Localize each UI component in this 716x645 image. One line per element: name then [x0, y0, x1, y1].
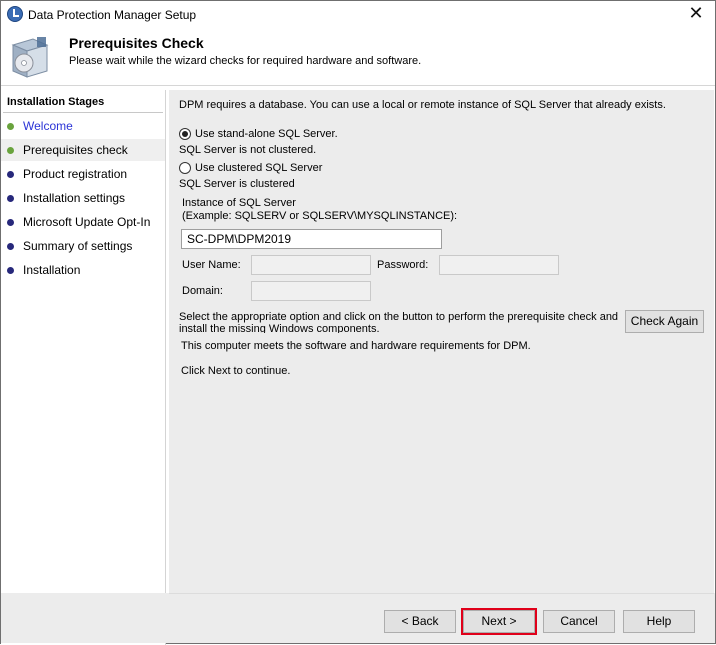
- password-label: Password:: [377, 259, 429, 271]
- instance-example: (Example: SQLSERV or SQLSERV\MYSQLINSTAN…: [182, 210, 458, 222]
- stage-label: Summary of settings: [23, 239, 133, 253]
- stage-prerequisites-check: Prerequisites check: [1, 139, 165, 161]
- sql-instance-input[interactable]: [181, 229, 442, 249]
- app-icon: [7, 6, 23, 22]
- clustered-sql-radio[interactable]: [179, 162, 191, 174]
- installation-stages-panel: Installation Stages Welcome Prerequisite…: [1, 90, 166, 645]
- button-bar-divider: [169, 593, 714, 594]
- domain-input[interactable]: [251, 281, 371, 301]
- standalone-sql-radio[interactable]: [179, 128, 191, 140]
- stage-summary: Summary of settings: [1, 235, 165, 257]
- database-intro: DPM requires a database. You can use a l…: [179, 99, 666, 111]
- stage-label: Product registration: [23, 167, 128, 181]
- stages-title: Installation Stages: [7, 96, 105, 108]
- stage-label: Installation settings: [23, 191, 126, 205]
- stages-divider: [3, 112, 163, 113]
- domain-label: Domain:: [182, 285, 223, 297]
- stage-installation-settings: Installation settings: [1, 187, 165, 209]
- page-title: Prerequisites Check: [69, 35, 204, 51]
- title-bar: Data Protection Manager Setup ✕: [1, 1, 715, 29]
- window-title: Data Protection Manager Setup: [28, 8, 197, 22]
- stage-pending-icon: [7, 243, 14, 250]
- wizard-button-bar: < Back Next > Cancel Help: [1, 593, 715, 643]
- clustered-sql-label[interactable]: Use clustered SQL Server: [195, 162, 322, 174]
- standalone-sql-label[interactable]: Use stand-alone SQL Server.: [195, 128, 338, 140]
- stage-welcome: Welcome: [1, 115, 165, 137]
- prerequisites-content: DPM requires a database. You can use a l…: [169, 90, 714, 593]
- next-button-highlight: [461, 608, 537, 635]
- help-button[interactable]: Help: [623, 610, 695, 633]
- back-button[interactable]: < Back: [384, 610, 456, 633]
- setup-box-icon: [11, 37, 49, 78]
- stage-pending-icon: [7, 171, 14, 178]
- stage-label: Microsoft Update Opt-In: [23, 215, 151, 229]
- stage-pending-icon: [7, 267, 14, 274]
- username-input[interactable]: [251, 255, 371, 275]
- stage-pending-icon: [7, 219, 14, 226]
- password-input[interactable]: [439, 255, 559, 275]
- check-instructions-line-1: Select the appropriate option and click …: [179, 311, 619, 323]
- stage-label: Prerequisites check: [23, 143, 128, 157]
- username-label: User Name:: [182, 259, 241, 271]
- check-instructions-line-2: install the missing Windows components.: [179, 323, 380, 333]
- page-subtitle: Please wait while the wizard checks for …: [69, 55, 422, 67]
- wizard-header: Prerequisites Check Please wait while th…: [1, 29, 715, 86]
- check-again-button[interactable]: Check Again: [625, 310, 704, 333]
- stage-installation: Installation: [1, 259, 165, 281]
- standalone-sql-note: SQL Server is not clustered.: [179, 144, 317, 156]
- stage-product-registration: Product registration: [1, 163, 165, 185]
- stage-current-icon: [7, 147, 14, 154]
- prerequisite-result: This computer meets the software and har…: [181, 340, 531, 352]
- cancel-button[interactable]: Cancel: [543, 610, 615, 633]
- stage-pending-icon: [7, 195, 14, 202]
- instance-label: Instance of SQL Server: [182, 197, 296, 209]
- setup-window: Data Protection Manager Setup ✕ Prerequi…: [0, 0, 716, 645]
- stage-microsoft-update: Microsoft Update Opt-In: [1, 211, 165, 233]
- clustered-sql-note: SQL Server is clustered: [179, 178, 295, 190]
- stage-complete-icon: [7, 123, 14, 130]
- close-icon[interactable]: ✕: [685, 4, 707, 24]
- stage-label: Installation: [23, 263, 81, 277]
- next-instruction: Click Next to continue.: [181, 365, 291, 377]
- stage-label: Welcome: [23, 119, 73, 133]
